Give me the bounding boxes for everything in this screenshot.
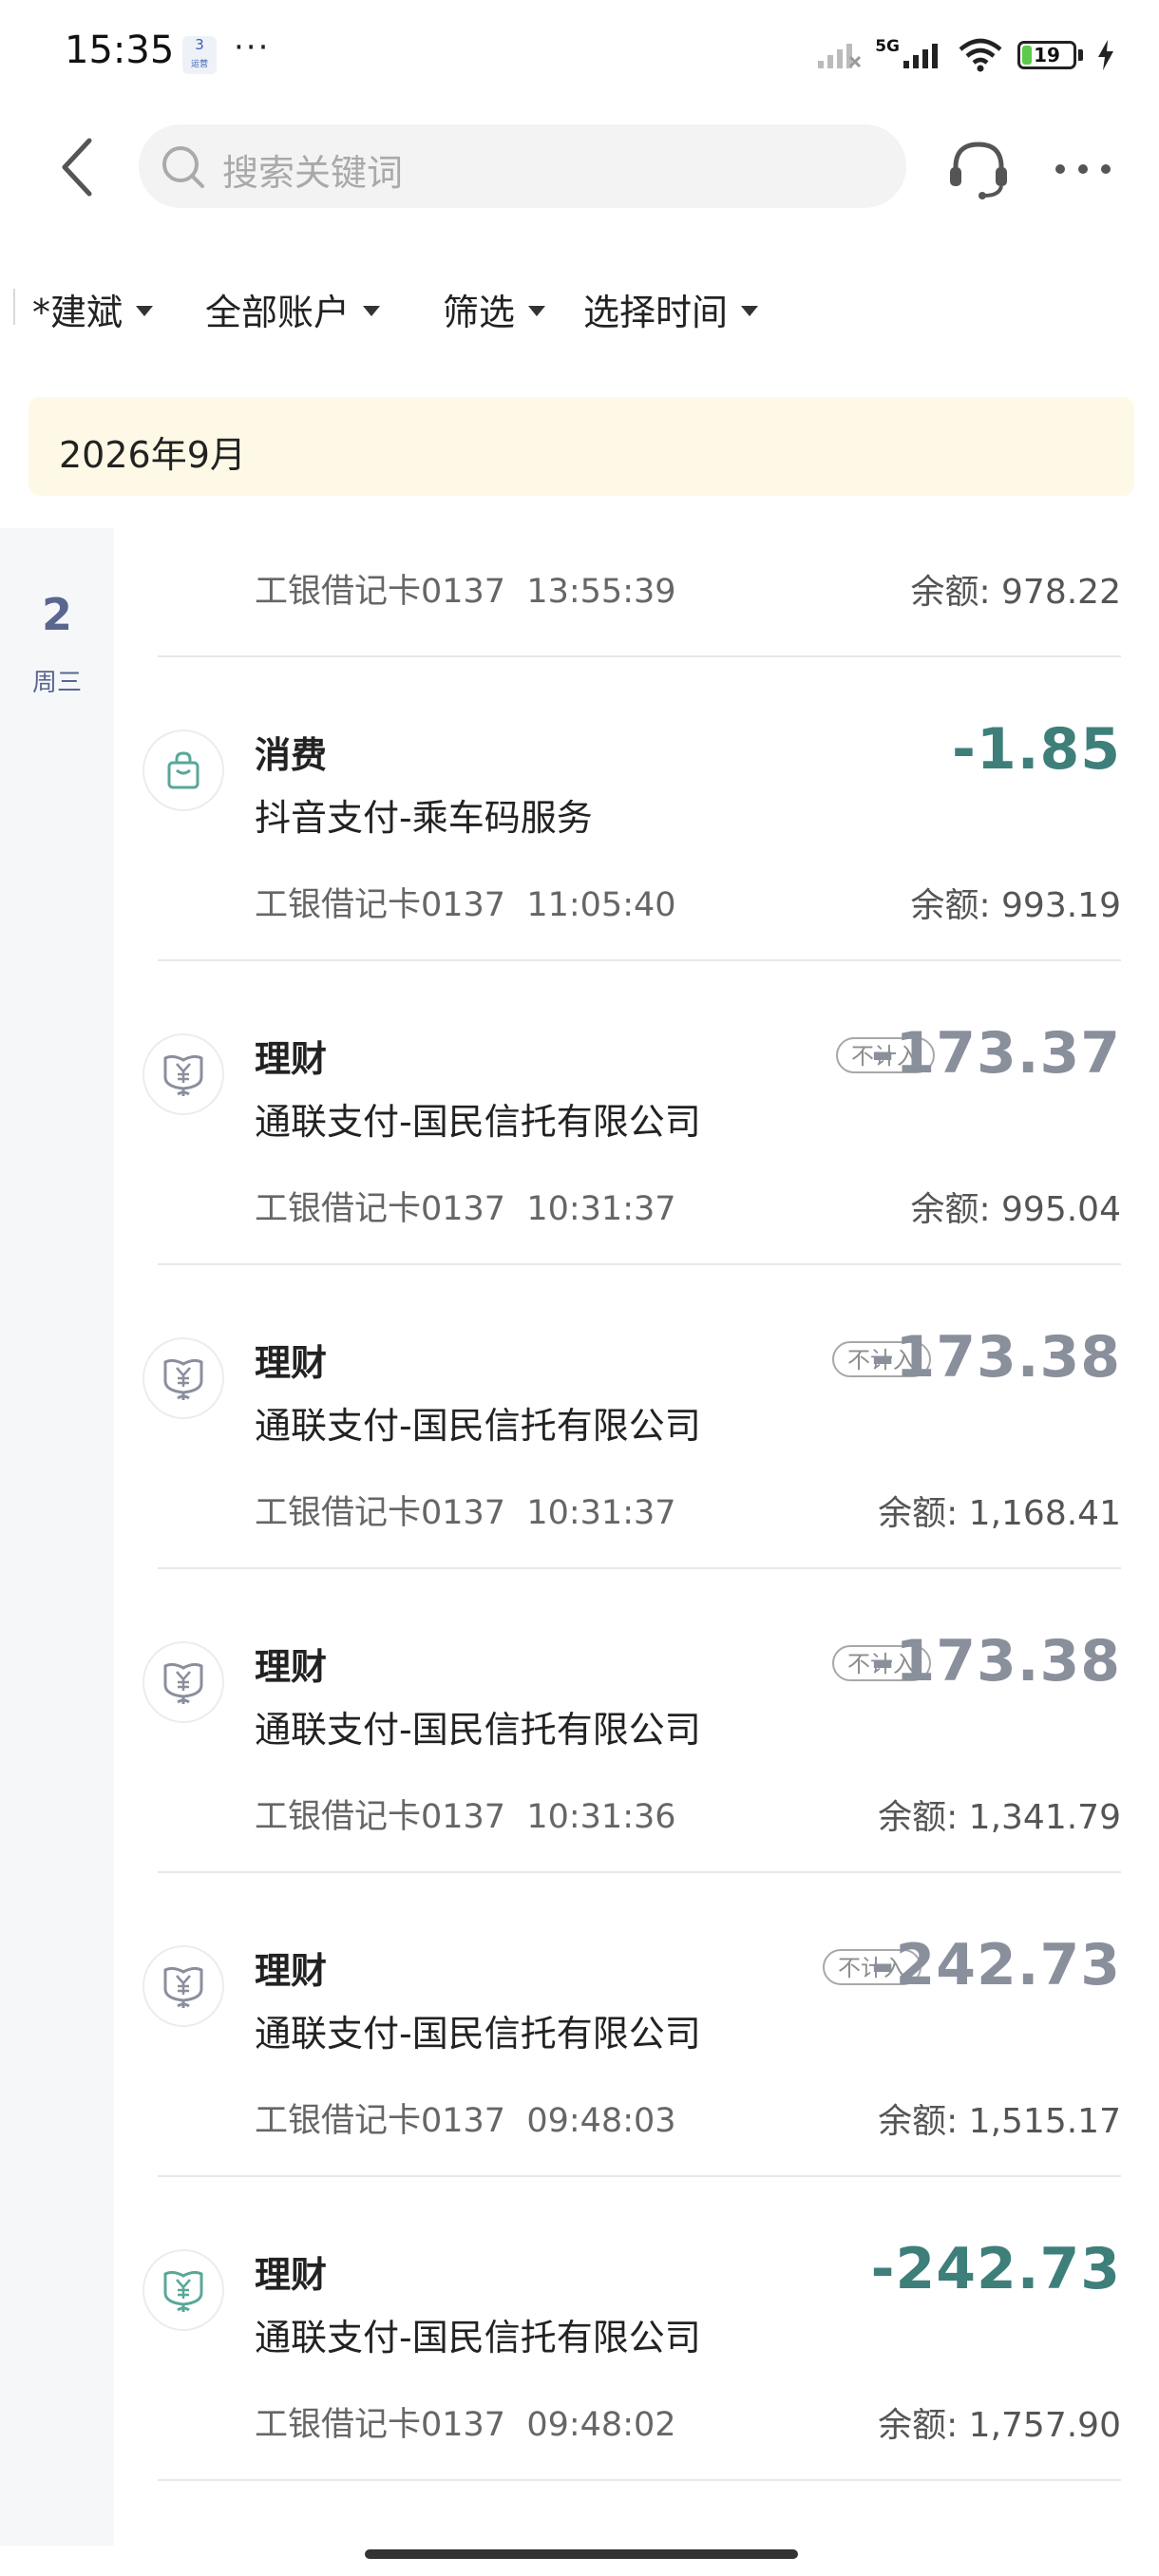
- transaction-balance: 余额: 993.19: [910, 886, 1121, 925]
- caret-down-icon: [741, 306, 759, 316]
- month-label: 2026年9月: [59, 434, 246, 476]
- notification-badge: 3: [195, 36, 204, 53]
- filter-person[interactable]: *建斌: [32, 283, 154, 335]
- caret-down-icon: [528, 306, 546, 316]
- transaction-balance: 余额: 1,168.41: [878, 1494, 1121, 1533]
- transaction-meta: 工银借记卡0137 10:31:37: [255, 1494, 676, 1532]
- filter-time[interactable]: 选择时间: [583, 283, 759, 335]
- transaction-row[interactable]: 理财 通联支付-国民信托有限公司 工银借记卡0137 10:31:37 不计入 …: [0, 1265, 1159, 1569]
- transaction-amount: -173.38: [870, 1628, 1121, 1695]
- transaction-category: 理财: [255, 1038, 328, 1080]
- transaction-meta: 工银借记卡0137 10:31:37: [255, 1190, 676, 1228]
- battery-tip: [1078, 49, 1083, 61]
- transaction-meta: 工银借记卡0137 13:55:39: [255, 573, 676, 611]
- transaction-category: 消费: [255, 734, 328, 776]
- transaction-merchant: 通联支付-国民信托有限公司: [255, 2013, 701, 2055]
- transaction-amount: -242.73: [870, 2236, 1121, 2302]
- transaction-merchant: 抖音支付-乘车码服务: [255, 797, 593, 839]
- wealth-icon: [163, 1662, 203, 1704]
- filter-label: 选择时间: [583, 292, 729, 333]
- transaction-row[interactable]: 理财 通联支付-国民信托有限公司 工银借记卡0137 09:48:02 -242…: [0, 2177, 1159, 2481]
- transaction-amount: -173.38: [870, 1324, 1121, 1391]
- transaction-row[interactable]: 消费 抖音支付-乘车码服务 工银借记卡0137 11:05:40 -1.85 余…: [0, 657, 1159, 961]
- transaction-merchant: 通联支付-国民信托有限公司: [255, 1405, 701, 1447]
- category-icon-wrap: [142, 1641, 224, 1723]
- wealth-icon: [163, 2270, 203, 2312]
- category-icon-wrap: [142, 729, 224, 811]
- chevron-left-icon: [62, 138, 92, 197]
- notification-app-icon: 3 运营: [182, 36, 217, 74]
- search-placeholder: 搜索关键词: [222, 152, 404, 194]
- battery-icon: 19: [1017, 41, 1076, 69]
- network-type: 5G: [875, 37, 900, 56]
- transaction-merchant: 通联支付-国民信托有限公司: [255, 1709, 701, 1751]
- more-icon: [1055, 164, 1111, 174]
- transaction-balance: 余额: 995.04: [910, 1190, 1121, 1229]
- filter-bar: *建斌 全部账户 筛选 选择时间: [0, 239, 1159, 333]
- transaction-category: 理财: [255, 1950, 328, 1992]
- header: 搜索关键词: [0, 112, 1159, 224]
- transaction-row[interactable]: 工银借记卡0137 13:55:39 余额: 978.22: [0, 528, 1159, 657]
- search-icon: [162, 146, 204, 188]
- transaction-amount: -173.37: [870, 1020, 1121, 1087]
- headset-icon: [950, 142, 1007, 199]
- wealth-icon: [163, 1358, 203, 1400]
- transaction-meta: 工银借记卡0137 10:31:36: [255, 1798, 676, 1836]
- transaction-amount: -242.73: [870, 1932, 1121, 1998]
- transaction-balance: 余额: 1,757.90: [878, 2406, 1121, 2445]
- signal-strong-icon: [903, 44, 938, 68]
- category-icon-wrap: [142, 1945, 224, 2027]
- status-bar: 15:35 3 运营 ··· 5G 19: [0, 0, 1159, 112]
- search-input[interactable]: 搜索关键词: [139, 124, 906, 208]
- transaction-meta: 工银借记卡0137 09:48:02: [255, 2406, 676, 2444]
- wealth-icon: [163, 1966, 203, 2008]
- transaction-row[interactable]: 理财 通联支付-国民信托有限公司 工银借记卡0137 10:31:37 不计入 …: [0, 961, 1159, 1265]
- filter-account[interactable]: 全部账户: [205, 283, 381, 335]
- caret-down-icon: [363, 306, 381, 316]
- transaction-merchant: 通联支付-国民信托有限公司: [255, 1101, 701, 1143]
- category-icon-wrap: [142, 1033, 224, 1115]
- more-button[interactable]: [1045, 135, 1121, 203]
- transaction-meta: 工银借记卡0137 09:48:03: [255, 2102, 676, 2140]
- category-icon-wrap: [142, 1337, 224, 1419]
- filter-divider: [13, 289, 15, 325]
- transaction-balance: 余额: 978.22: [910, 573, 1121, 612]
- battery-percent: 19: [1034, 44, 1060, 66]
- row-divider: [158, 2479, 1121, 2481]
- transaction-meta: 工银借记卡0137 11:05:40: [255, 886, 676, 924]
- transaction-amount: -1.85: [952, 716, 1121, 783]
- filter-label: *建斌: [32, 292, 124, 333]
- home-indicator[interactable]: [365, 2549, 798, 2559]
- filter-screen[interactable]: 筛选: [443, 283, 546, 335]
- signal-weak-icon: [818, 44, 862, 68]
- back-button[interactable]: [48, 127, 108, 207]
- status-time: 15:35: [65, 28, 175, 72]
- category-icon-wrap: [142, 2249, 224, 2331]
- notification-sub: 运营: [190, 60, 208, 69]
- filter-label: 全部账户: [205, 292, 351, 333]
- transaction-row[interactable]: 理财 通联支付-国民信托有限公司 工银借记卡0137 10:31:36 不计入 …: [0, 1569, 1159, 1873]
- transaction-category: 理财: [255, 1342, 328, 1384]
- charging-icon: [1098, 40, 1113, 70]
- month-banner: 2026年9月: [28, 397, 1134, 496]
- shopping-bag-icon: [167, 751, 200, 789]
- transaction-row[interactable]: 理财 通联支付-国民信托有限公司 工银借记卡0137 09:48:03 不计入 …: [0, 1873, 1159, 2177]
- transaction-balance: 余额: 1,515.17: [878, 2102, 1121, 2141]
- wealth-icon: [163, 1054, 203, 1096]
- transaction-balance: 余额: 1,341.79: [878, 1798, 1121, 1837]
- customer-service-button[interactable]: [944, 135, 1013, 203]
- more-notifications-icon: ···: [234, 28, 271, 66]
- caret-down-icon: [136, 306, 154, 316]
- transaction-category: 理财: [255, 1646, 328, 1688]
- transaction-merchant: 通联支付-国民信托有限公司: [255, 2317, 701, 2358]
- filter-label: 筛选: [443, 292, 516, 333]
- transaction-category: 理财: [255, 2254, 328, 2296]
- wifi-icon: [959, 38, 1002, 72]
